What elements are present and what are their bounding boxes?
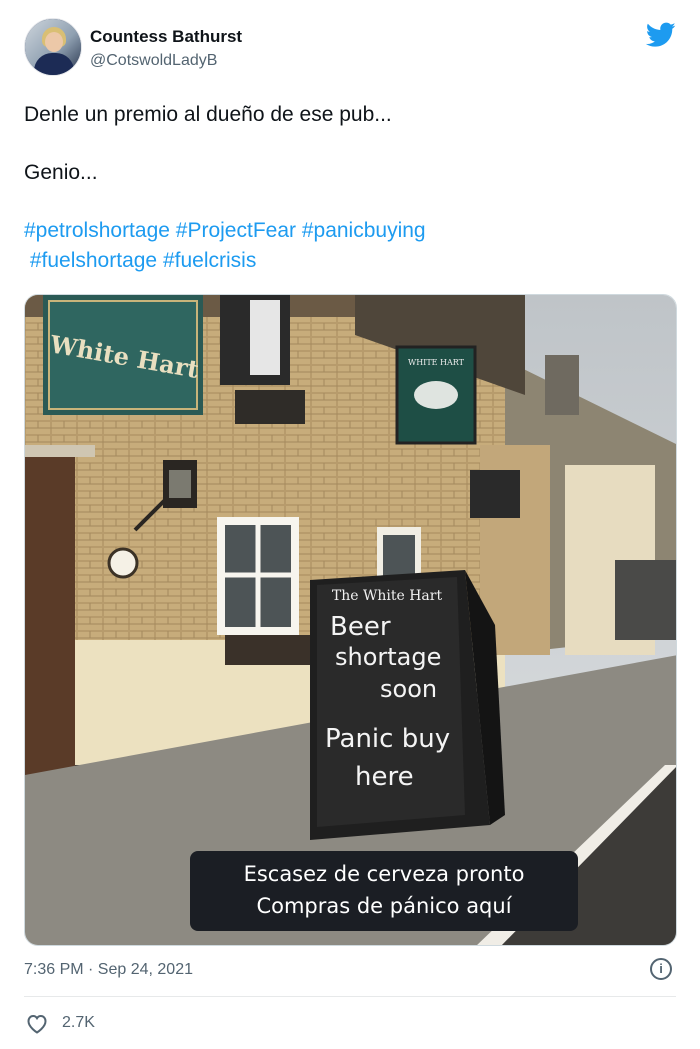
chalkboard-line: Panic buy (325, 724, 450, 754)
hashtag-line: #fuelshortage #fuelcrisis (24, 246, 676, 276)
hanging-sign-text: WHITE HART (408, 358, 465, 367)
hashtag-link[interactable]: #panicbuying (302, 219, 426, 242)
tweet-text-line: Denle un premio al dueño de ese pub... (24, 103, 392, 126)
chalkboard-line: soon (380, 675, 437, 703)
translation-caption: Escasez de cerveza pronto Compras de pán… (190, 851, 578, 931)
hashtag-link[interactable]: #petrolshortage (24, 219, 170, 242)
twitter-bird-icon[interactable] (646, 22, 676, 48)
tweet-timestamp[interactable]: 7:36 PM · Sep 24, 2021 (24, 961, 193, 979)
caption-line: Compras de pánico aquí (256, 894, 512, 918)
tweet-photo[interactable]: White Hart WHITE HART The White Hart Bee… (24, 294, 677, 946)
author-name[interactable]: Countess Bathurst (90, 27, 242, 47)
hashtag-link[interactable]: #fuelcrisis (163, 249, 256, 272)
divider (24, 996, 676, 997)
tweet-meta: 7:36 PM · Sep 24, 2021 (24, 958, 676, 984)
hashtag-link[interactable]: #fuelshortage (30, 249, 157, 272)
hashtag-line: #petrolshortage #ProjectFear #panicbuyin… (24, 216, 676, 246)
caption-line: Escasez de cerveza pronto (243, 862, 525, 886)
tweet-text-line: Genio... (24, 161, 98, 184)
info-icon[interactable] (650, 958, 672, 980)
heart-icon[interactable] (24, 1012, 50, 1034)
avatar[interactable] (24, 18, 82, 76)
author-handle[interactable]: @CotswoldLadyB (90, 52, 217, 70)
chalkboard-line: Beer (330, 612, 391, 642)
tweet-text: Denle un premio al dueño de ese pub... G… (24, 100, 676, 276)
like-count: 2.7K (62, 1014, 95, 1031)
chalkboard-line: here (355, 762, 414, 792)
chalkboard-line: shortage (335, 643, 441, 671)
chalkboard-header: The White Hart (332, 588, 443, 604)
tweet-header: Countess Bathurst @CotswoldLadyB (24, 18, 676, 80)
pub-photo-illustration: White Hart WHITE HART The White Hart Bee… (25, 295, 676, 945)
hashtag-link[interactable]: #ProjectFear (176, 219, 296, 242)
